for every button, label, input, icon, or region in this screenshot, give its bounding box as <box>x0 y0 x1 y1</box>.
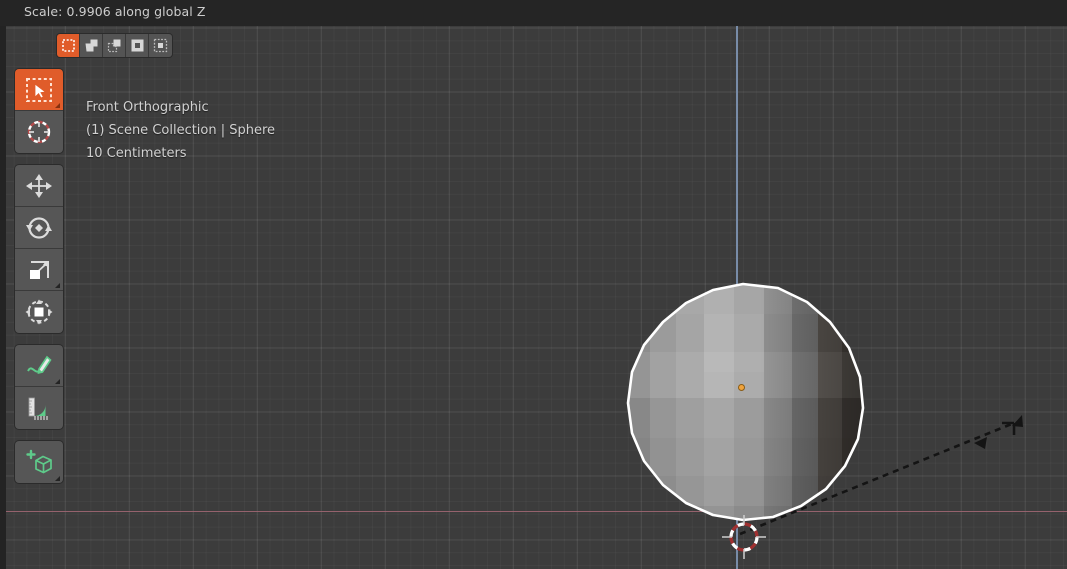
move-icon <box>26 173 52 198</box>
tool-transform[interactable] <box>15 291 63 333</box>
tool-group-select <box>14 68 64 154</box>
select-mode-subtract[interactable] <box>103 34 126 57</box>
rotate-icon <box>26 216 52 239</box>
select-extend-icon <box>85 39 97 52</box>
select-mode-intersect[interactable] <box>149 34 172 57</box>
3d-viewport[interactable]: Front Orthographic (1) Scene Collection … <box>6 26 1067 569</box>
select-subtract-icon <box>107 39 120 53</box>
measure-ruler-icon <box>28 397 48 420</box>
drag-arrow-line <box>739 421 1015 536</box>
tool-submenu-corner <box>55 379 60 384</box>
select-set-icon <box>61 39 75 52</box>
tool-measure[interactable] <box>15 387 63 429</box>
tool-submenu-corner <box>55 283 60 288</box>
select-mode-invert[interactable] <box>126 34 149 57</box>
tool-group-add <box>14 440 64 484</box>
viewport-view-name: Front Orthographic <box>86 100 209 115</box>
tool-scale[interactable] <box>15 249 63 291</box>
tool-annotate[interactable] <box>15 345 63 387</box>
scale-icon <box>30 260 49 279</box>
add-cube-icon <box>26 449 52 474</box>
select-invert-icon <box>131 39 143 52</box>
object-origin-dot[interactable] <box>737 383 745 391</box>
window-left-edge <box>0 26 6 569</box>
tool-add-cube[interactable] <box>15 441 63 483</box>
select-mode-toolbar[interactable] <box>56 33 173 58</box>
viewport-toolbar[interactable] <box>14 68 64 494</box>
tool-submenu-corner <box>55 103 60 108</box>
select-intersect-icon <box>153 38 168 53</box>
annotate-pencil-icon <box>27 355 52 374</box>
tool-group-annotate <box>14 344 64 430</box>
scale-drag-arrow <box>739 415 1023 536</box>
tool-select-box[interactable] <box>15 69 63 111</box>
tool-move[interactable] <box>15 165 63 207</box>
tool-cursor[interactable] <box>15 111 63 153</box>
select-mode-set[interactable] <box>57 34 80 57</box>
operator-status-text: Scale: 0.9906 along global Z <box>24 4 206 19</box>
status-header-bar: Scale: 0.9906 along global Z <box>0 0 1067 26</box>
3d-cursor[interactable] <box>720 513 768 561</box>
select-mode-extend[interactable] <box>80 34 103 57</box>
viewport-grid-scale: 10 Centimeters <box>86 146 187 161</box>
cursor-icon <box>27 120 51 144</box>
viewport-scene-object: (1) Scene Collection | Sphere <box>86 123 276 138</box>
select-box-icon <box>26 77 52 102</box>
tool-group-transform <box>14 164 64 334</box>
drag-arrow-tip <box>1012 415 1023 427</box>
blender-window: Front Orthographic (1) Scene Collection … <box>0 0 1067 569</box>
transform-icon <box>25 299 53 325</box>
viewport-info-overlay: Front Orthographic (1) Scene Collection … <box>86 96 275 165</box>
tool-submenu-corner <box>55 476 60 481</box>
tool-rotate[interactable] <box>15 207 63 249</box>
